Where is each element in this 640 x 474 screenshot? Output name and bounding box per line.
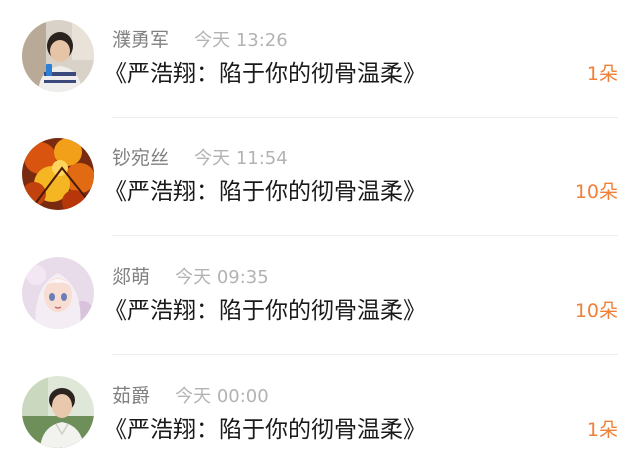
item-meta: 钞宛丝 今天 11:54 <box>112 144 288 172</box>
item-meta: 濮勇军 今天 13:26 <box>112 26 288 54</box>
list-item[interactable]: 郯萌 今天 09:35 《严浩翔：陷于你的彻骨温柔》 10朵 <box>0 237 640 355</box>
user-name[interactable]: 钞宛丝 <box>112 147 169 169</box>
timestamp: 今天 13:26 <box>194 30 288 51</box>
divider <box>112 235 618 236</box>
list-item[interactable]: 濮勇军 今天 13:26 《严浩翔：陷于你的彻骨温柔》 1朵 <box>0 0 640 118</box>
list-item[interactable]: 茹爵 今天 00:00 《严浩翔：陷于你的彻骨温柔》 1朵 <box>0 356 640 474</box>
divider <box>112 354 618 355</box>
item-meta: 茹爵 今天 00:00 <box>112 382 269 410</box>
user-avatar-boy-with-phone-icon <box>22 20 94 92</box>
avatar[interactable] <box>22 20 94 92</box>
timestamp: 今天 11:54 <box>194 148 288 169</box>
item-title[interactable]: 《严浩翔：陷于你的彻骨温柔》 <box>104 295 426 327</box>
flower-count: 1朵 <box>586 63 618 85</box>
avatar[interactable] <box>22 376 94 448</box>
avatar[interactable] <box>22 138 94 210</box>
item-title[interactable]: 《严浩翔：陷于你的彻骨温柔》 <box>104 414 426 446</box>
flower-count: 10朵 <box>574 181 618 203</box>
flower-count: 10朵 <box>574 300 618 322</box>
user-name[interactable]: 茹爵 <box>112 385 150 407</box>
user-avatar-anime-girl-icon <box>22 257 94 329</box>
user-avatar-autumn-leaves-icon <box>22 138 94 210</box>
timestamp: 今天 09:35 <box>175 267 269 288</box>
item-meta: 郯萌 今天 09:35 <box>112 263 269 291</box>
list-item[interactable]: 钞宛丝 今天 11:54 《严浩翔：陷于你的彻骨温柔》 10朵 <box>0 118 640 236</box>
user-name[interactable]: 濮勇军 <box>112 29 169 51</box>
user-avatar-young-man-icon <box>22 376 94 448</box>
timestamp: 今天 00:00 <box>175 386 269 407</box>
user-name[interactable]: 郯萌 <box>112 266 150 288</box>
flower-count: 1朵 <box>586 419 618 441</box>
item-title[interactable]: 《严浩翔：陷于你的彻骨温柔》 <box>104 58 426 90</box>
item-title[interactable]: 《严浩翔：陷于你的彻骨温柔》 <box>104 176 426 208</box>
avatar[interactable] <box>22 257 94 329</box>
